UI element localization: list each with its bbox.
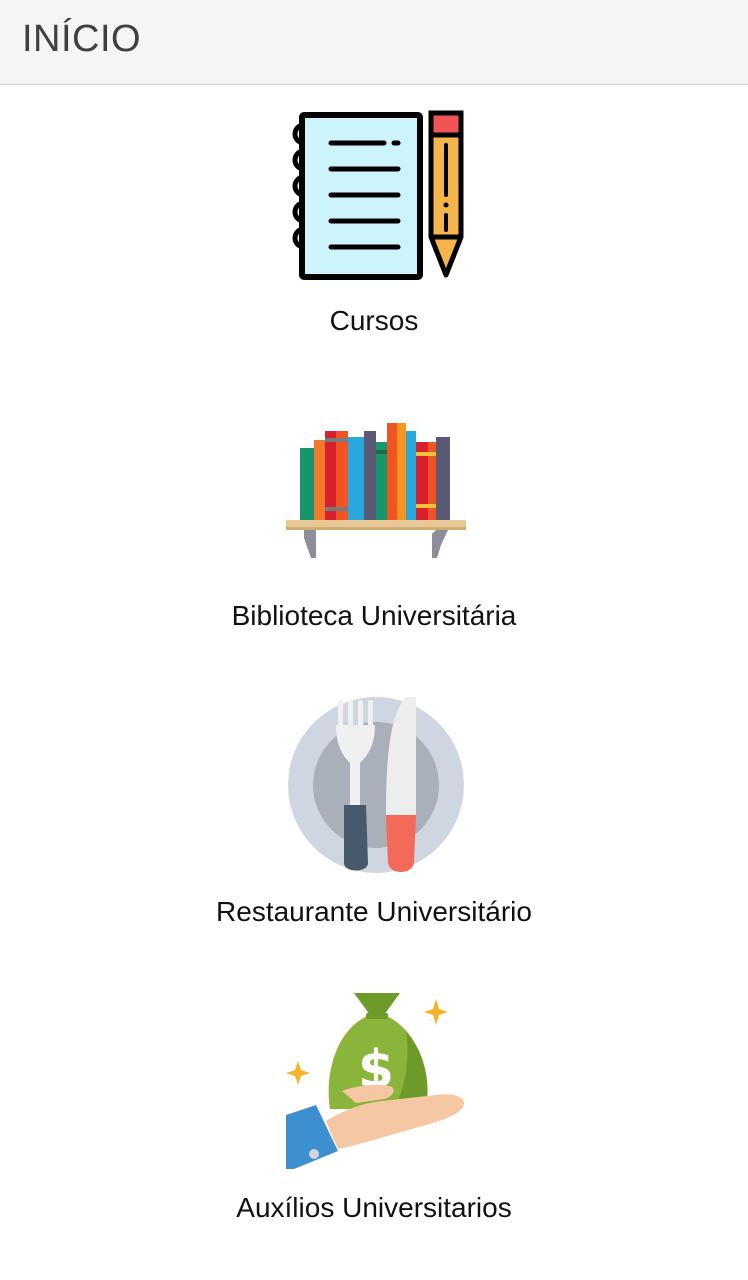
bookshelf-icon — [286, 423, 466, 558]
menu-item-cursos[interactable]: Cursos — [0, 105, 748, 345]
menu-item-biblioteca[interactable]: Biblioteca Universitária — [0, 400, 748, 640]
menu-item-label: Biblioteca Universitária — [231, 600, 517, 631]
menu-item-label: Restaurante Universitário — [216, 896, 532, 927]
menu-item-label: Cursos — [329, 305, 419, 336]
menu-item-restaurante[interactable]: Restaurante Universitário — [0, 695, 748, 935]
plate-fork-knife-icon — [288, 697, 464, 873]
menu-item-auxilios[interactable]: $ Auxílios Universitarios — [0, 991, 748, 1231]
menu-item-label: Auxílios Universitarios — [236, 1192, 512, 1223]
app-bar: INÍCIO — [0, 0, 748, 85]
money-bag-hand-icon: $ — [286, 993, 464, 1169]
page-title: INÍCIO — [22, 18, 142, 60]
notebook-pencil-icon — [292, 110, 464, 280]
